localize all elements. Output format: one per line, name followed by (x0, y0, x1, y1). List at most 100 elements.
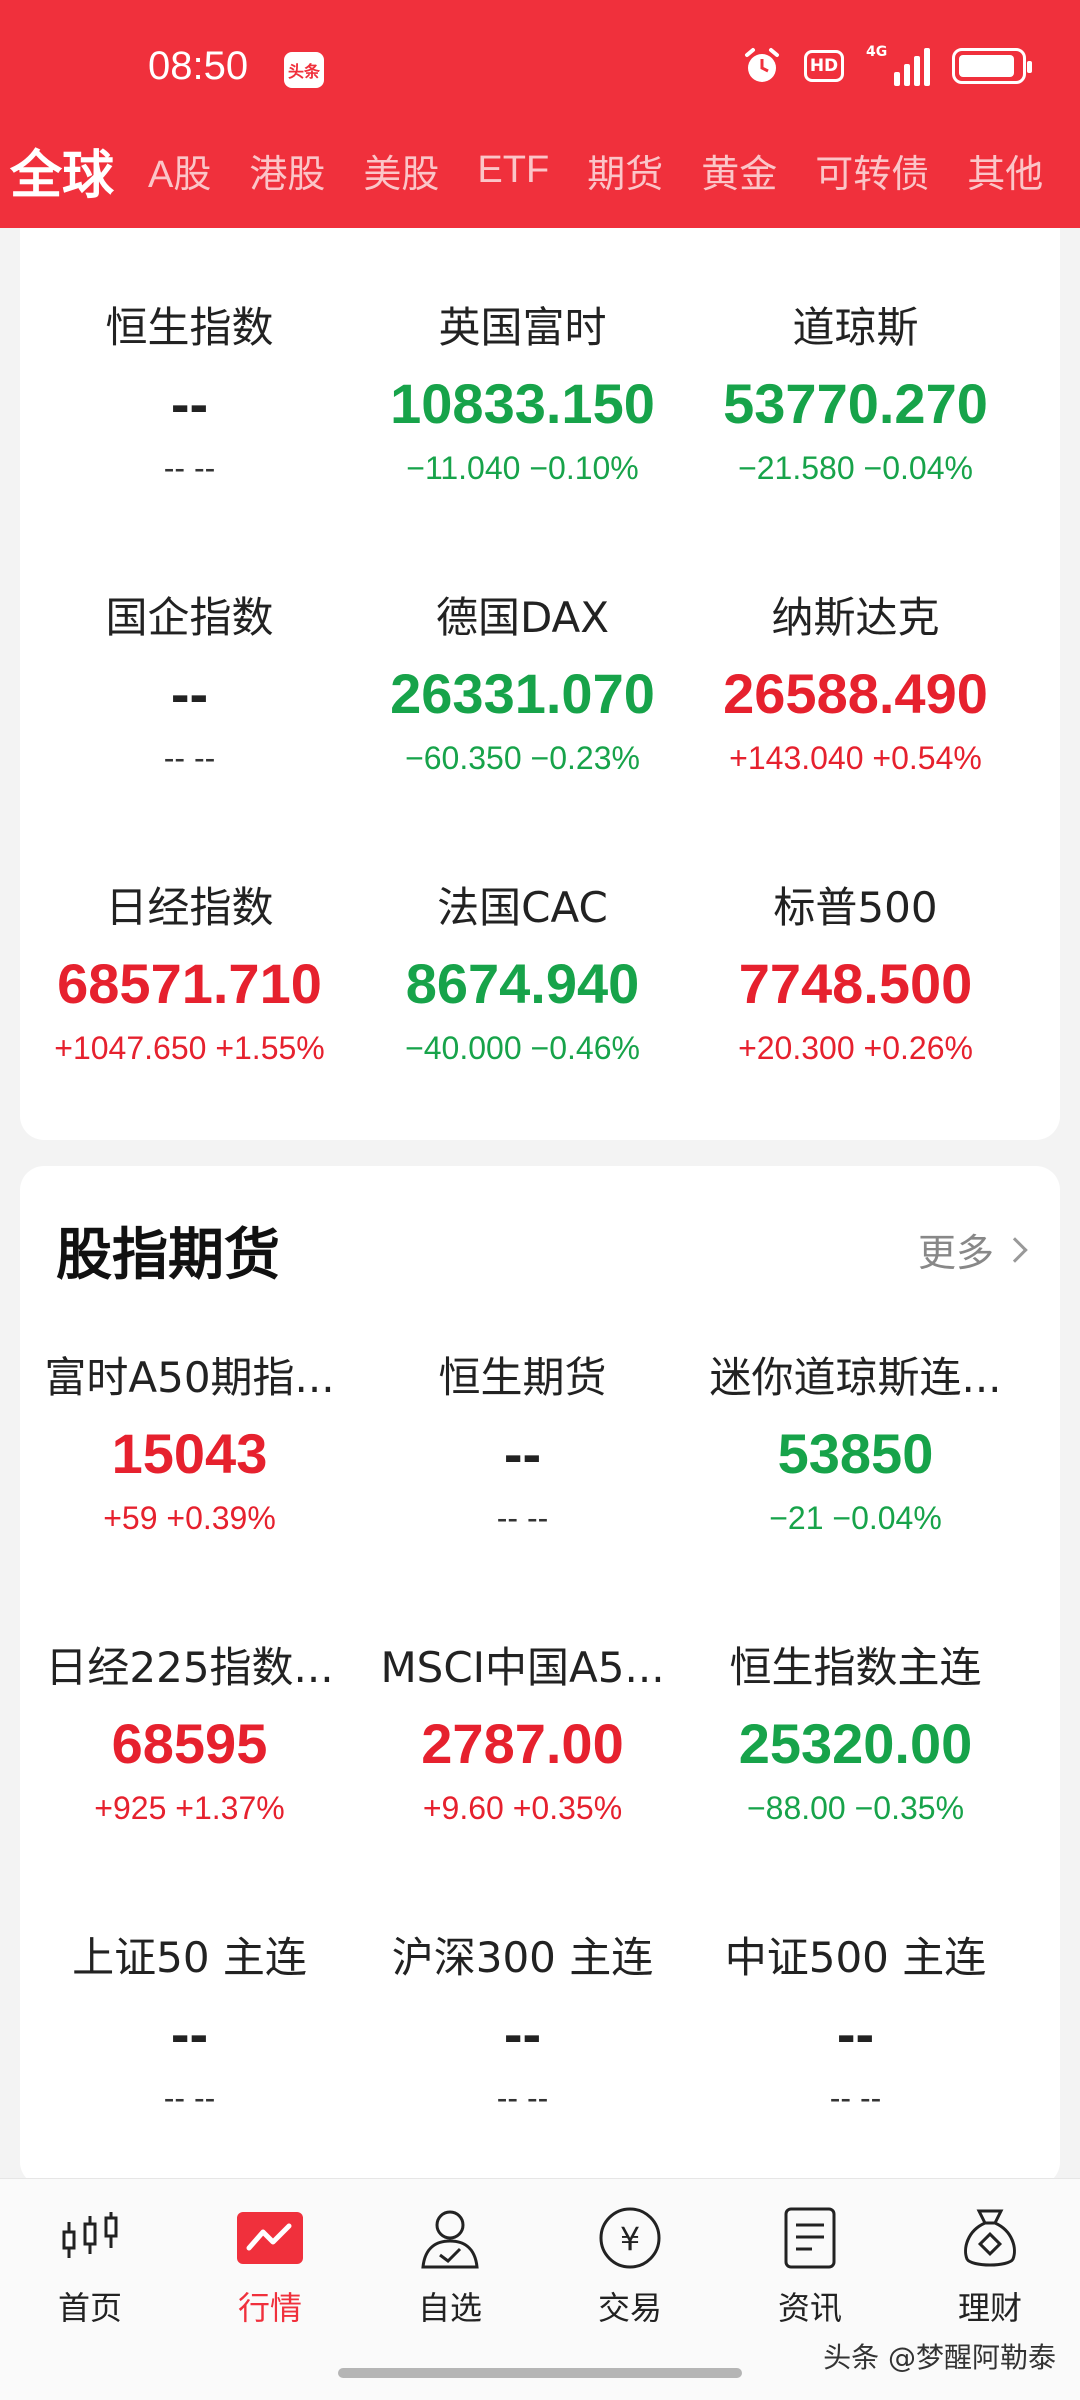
app-header: 08:50 头条 HD 4G 全球 A股 港股 美股 ETF 期货 黄金 可转债 其他 (0, 0, 1080, 228)
nav-label: 自选 (417, 2289, 482, 2327)
quote-change: +143.040 +0.54% (729, 740, 982, 776)
quote-change: +20.300 +0.26% (738, 1030, 973, 1066)
quote-change: +925 +1.37% (94, 1790, 285, 1826)
quote-change: -- -- (163, 2080, 216, 2116)
signal-strength-icon: 4G (866, 44, 930, 86)
quote-name: 迷你道琼斯连... (709, 1353, 1002, 1402)
quote-price: 26588.490 (723, 662, 988, 725)
tab-6[interactable]: 黄金 (701, 143, 777, 198)
quote-price: 25320.00 (738, 1712, 973, 1775)
tab-0[interactable]: 全球 (10, 133, 114, 208)
watermark: 头条 @梦醒阿勒泰 (823, 2341, 1056, 2374)
quote-cell[interactable]: MSCI中国A5... 2787.00 +9.60 +0.35% (356, 1640, 689, 1830)
quote-cell[interactable]: 日经225指数... 68595 +925 +1.37% (23, 1640, 356, 1830)
quote-change: −88.00 −0.35% (746, 1790, 965, 1826)
nav-label: 理财 (957, 2289, 1022, 2327)
quote-cell[interactable]: 德国DAX 26331.070 −60.350 −0.23% (356, 590, 689, 780)
more-button[interactable]: 更多 (917, 1222, 1028, 1277)
status-time: 08:50 (148, 44, 249, 88)
quote-name: 国企指数 (105, 593, 274, 642)
candlestick-icon (55, 2203, 125, 2273)
tab-3[interactable]: 美股 (363, 143, 439, 198)
quote-change: +1047.650 +1.55% (54, 1030, 325, 1066)
alarm-clock-icon (745, 48, 779, 82)
toutiao-app-badge: 头条 (284, 52, 324, 88)
tab-7[interactable]: 可转债 (815, 143, 929, 198)
nav-item-0[interactable]: 首页 (0, 2203, 180, 2400)
quote-price: 68571.710 (57, 952, 322, 1015)
quote-name: 恒生指数 (105, 303, 274, 352)
global-indices-card: 亚太市场欧非中东美洲市场 恒生指数---- --英国富时10833.150−11… (20, 170, 1060, 1140)
quote-cell[interactable]: 纳斯达克 26588.490 +143.040 +0.54% (689, 590, 1022, 780)
quote-cell[interactable]: 国企指数 -- -- -- (23, 590, 356, 780)
quote-name: 纳斯达克 (771, 593, 940, 642)
tab-1[interactable]: A股 (148, 143, 211, 198)
quote-price: -- (170, 372, 209, 435)
quote-cell[interactable]: 中证500 主连 -- -- -- (689, 1930, 1022, 2120)
quote-cell[interactable]: 法国CAC 8674.940 −40.000 −0.46% (356, 880, 689, 1070)
quote-price: -- (170, 2002, 209, 2065)
quote-name: 富时A50期指... (44, 1353, 335, 1402)
quote-change: -- -- (163, 450, 216, 486)
quote-name: 英国富时 (438, 303, 607, 352)
money-bag-icon (955, 2203, 1025, 2273)
quote-cell[interactable]: 标普500 7748.500 +20.300 +0.26% (689, 880, 1022, 1070)
quote-name: 标普500 (773, 883, 938, 932)
quote-name: 中证500 主连 (724, 1933, 987, 1982)
quote-cell[interactable]: 恒生指数 -- -- -- (23, 300, 356, 490)
status-bar: 08:50 头条 HD 4G (0, 0, 1080, 130)
quote-name: MSCI中国A5... (380, 1643, 665, 1692)
quote-cell[interactable]: 道琼斯 53770.270 −21.580 −0.04% (689, 300, 1022, 490)
quote-name: 上证50 主连 (72, 1933, 307, 1982)
nav-label: 首页 (57, 2289, 122, 2327)
quote-name: 恒生期货 (438, 1353, 607, 1402)
quote-price: 8674.940 (405, 952, 640, 1015)
quote-cell[interactable]: 英国富时 10833.150 −11.040 −0.10% (356, 300, 689, 490)
market-chart-icon (235, 2203, 305, 2273)
battery-icon (952, 48, 1032, 84)
quote-price: 2787.00 (421, 1712, 624, 1775)
svg-text:¥: ¥ (620, 2220, 640, 2258)
nav-label: 资讯 (777, 2289, 842, 2327)
quote-change: -- -- (496, 1500, 549, 1536)
quote-name: 日经225指数... (45, 1643, 334, 1692)
quote-cell[interactable]: 日经指数 68571.710 +1047.650 +1.55% (23, 880, 356, 1070)
quote-cell[interactable]: 沪深300 主连 -- -- -- (356, 1930, 689, 2120)
quote-change: −21.580 −0.04% (738, 450, 973, 486)
more-label: 更多 (917, 1231, 994, 1275)
quote-change: −21 −0.04% (769, 1500, 942, 1536)
quote-cell[interactable]: 恒生指数主连 25320.00 −88.00 −0.35% (689, 1640, 1022, 1830)
quote-cell[interactable]: 恒生期货 -- -- -- (356, 1350, 689, 1540)
quote-change: −60.350 −0.23% (405, 740, 640, 776)
chevron-right-icon (1002, 1236, 1028, 1263)
quote-cell[interactable]: 上证50 主连 -- -- -- (23, 1930, 356, 2120)
hd-voice-icon: HD (804, 50, 844, 82)
quote-price: 15043 (111, 1422, 268, 1485)
tab-5[interactable]: 期货 (587, 143, 663, 198)
nav-item-1[interactable]: 行情 (180, 2203, 360, 2400)
tab-8[interactable]: 其他 (967, 143, 1043, 198)
quote-price: -- (170, 662, 209, 725)
quote-cell[interactable]: 富时A50期指... 15043 +59 +0.39% (23, 1350, 356, 1540)
section-title: 股指期货 (56, 1223, 280, 1288)
quote-price: -- (503, 1422, 542, 1485)
quote-price: 68595 (111, 1712, 268, 1775)
home-indicator[interactable] (338, 2368, 742, 2378)
market-tabs: 全球 A股 港股 美股 ETF 期货 黄金 可转债 其他 (0, 130, 1080, 210)
user-check-icon (415, 2203, 485, 2273)
tab-4[interactable]: ETF (477, 149, 549, 192)
quote-name: 法国CAC (437, 883, 608, 932)
quote-change: -- -- (496, 2080, 549, 2116)
quote-name: 恒生指数主连 (729, 1643, 982, 1692)
yuan-icon: ¥ (595, 2203, 665, 2273)
quote-price: 7748.500 (738, 952, 973, 1015)
quote-change: -- -- (163, 740, 216, 776)
quote-change: -- -- (829, 2080, 882, 2116)
quote-cell[interactable]: 迷你道琼斯连... 53850 −21 −0.04% (689, 1350, 1022, 1540)
network-type-label: 4G (866, 44, 888, 60)
quote-price: -- (503, 2002, 542, 2065)
quote-change: −11.040 −0.10% (406, 450, 639, 486)
quote-change: +9.60 +0.35% (422, 1790, 623, 1826)
quote-change: −40.000 −0.46% (405, 1030, 640, 1066)
tab-2[interactable]: 港股 (249, 143, 325, 198)
